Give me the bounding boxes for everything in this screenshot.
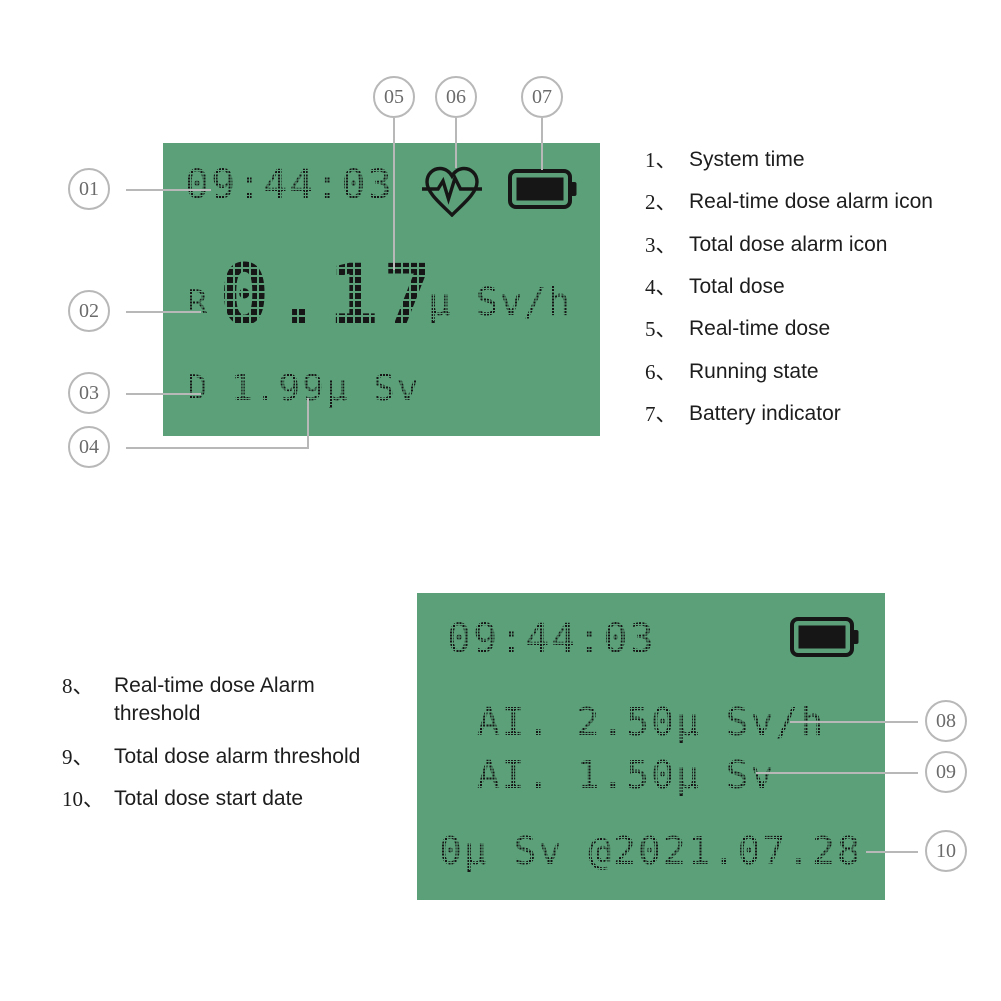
total-dose-value: 1.99μ Sv [231, 368, 421, 409]
legend-item-4-label: Total dose [689, 275, 785, 299]
legend-item-3-number: 3、 [645, 232, 677, 257]
legend-list-bottom: 8、 Real-time dose Alarm threshold 9、 Tot… [62, 672, 402, 827]
callout-06[interactable]: 06 [435, 76, 477, 118]
callout-04[interactable]: 04 [68, 426, 110, 468]
legend-item-2: 2、 Real-time dose alarm icon [645, 188, 975, 216]
total-dose-start-date: 0μ Sv @2021.07.28 [439, 829, 862, 873]
callout-08[interactable]: 08 [925, 700, 967, 742]
heart-pulse-icon [421, 165, 483, 218]
legend-item-9-number: 9、 [62, 744, 94, 769]
leader-line-01 [126, 189, 211, 191]
legend-item-1: 1、 System time [645, 146, 975, 174]
legend-item-10-label: Total dose start date [114, 787, 304, 811]
system-time-readout: 09:44:03 [185, 162, 394, 208]
lcd-screen-thresholds: 09:44:03 AI. 2.50μ Sv/h AI. 1.50μ Sv 0μ … [417, 593, 885, 900]
leader-line-05 [393, 118, 395, 270]
leader-line-04-vertical [307, 398, 309, 449]
legend-item-7-label: Battery indicator [689, 402, 841, 426]
callout-07[interactable]: 07 [521, 76, 563, 118]
legend-item-10-number: 10、 [62, 787, 104, 812]
leader-line-07 [541, 118, 543, 170]
legend-item-1-label: System time [689, 148, 805, 171]
legend-item-10: 10、 Total dose start date [62, 785, 402, 813]
legend-item-5-number: 5、 [645, 317, 677, 342]
leader-line-10 [866, 851, 918, 853]
legend-item-4: 4、 Total dose [645, 273, 975, 301]
battery-full-icon [508, 167, 578, 211]
legend-item-9-label: Total dose alarm threshold [114, 744, 361, 768]
legend-item-7: 7、 Battery indicator [645, 400, 975, 428]
legend-list-top: 1、 System time 2、 Real-time dose alarm i… [645, 146, 975, 442]
battery-full-icon-2 [790, 615, 860, 659]
realtime-dose-unit: μ Sv/h [428, 280, 572, 324]
realtime-dose-value: 0.17 [219, 246, 438, 344]
legend-item-9: 9、 Total dose alarm threshold [62, 743, 402, 771]
legend-item-1-number: 1、 [645, 148, 677, 172]
legend-item-8-number: 8、 [62, 674, 94, 698]
total-dose-label: D [187, 368, 209, 408]
leader-line-09 [756, 772, 918, 774]
legend-item-5: 5、 Real-time dose [645, 315, 975, 343]
legend-item-6-number: 6、 [645, 359, 677, 384]
legend-item-2-label: Real-time dose alarm icon [689, 190, 933, 214]
callout-10[interactable]: 10 [925, 830, 967, 872]
total-dose-alarm-threshold: AI. 1.50μ Sv [477, 753, 776, 797]
legend-item-6-label: Running state [689, 359, 819, 383]
legend-item-8-label: Real-time dose Alarm threshold [114, 674, 315, 726]
callout-09[interactable]: 09 [925, 751, 967, 793]
legend-item-3-label: Total dose alarm icon [689, 232, 888, 256]
realtime-dose-alarm-threshold: AI. 2.50μ Sv/h [477, 700, 826, 744]
legend-item-2-number: 2、 [645, 190, 677, 215]
legend-item-7-number: 7、 [645, 402, 677, 427]
legend-item-8: 8、 Real-time dose Alarm threshold [62, 672, 402, 729]
legend-item-6: 6、 Running state [645, 358, 975, 386]
legend-item-3: 3、 Total dose alarm icon [645, 231, 975, 259]
legend-item-5-label: Real-time dose [689, 317, 831, 341]
leader-line-04-horizontal [126, 447, 309, 449]
realtime-dose-label: R [187, 283, 209, 323]
legend-item-4-number: 4、 [645, 275, 677, 300]
system-time-readout-2: 09:44:03 [447, 616, 656, 662]
leader-line-06 [455, 118, 457, 168]
callout-02[interactable]: 02 [68, 290, 110, 332]
callout-03[interactable]: 03 [68, 372, 110, 414]
leader-line-02 [126, 311, 201, 313]
diagram-canvas: 09:44:03 R 0.17 μ Sv/h D 1.99μ Sv 09:44:… [0, 0, 1001, 1001]
callout-05[interactable]: 05 [373, 76, 415, 118]
callout-01[interactable]: 01 [68, 168, 110, 210]
lcd-screen-measurement: 09:44:03 R 0.17 μ Sv/h D 1.99μ Sv [163, 143, 600, 436]
leader-line-08 [790, 721, 918, 723]
leader-line-03 [126, 393, 201, 395]
